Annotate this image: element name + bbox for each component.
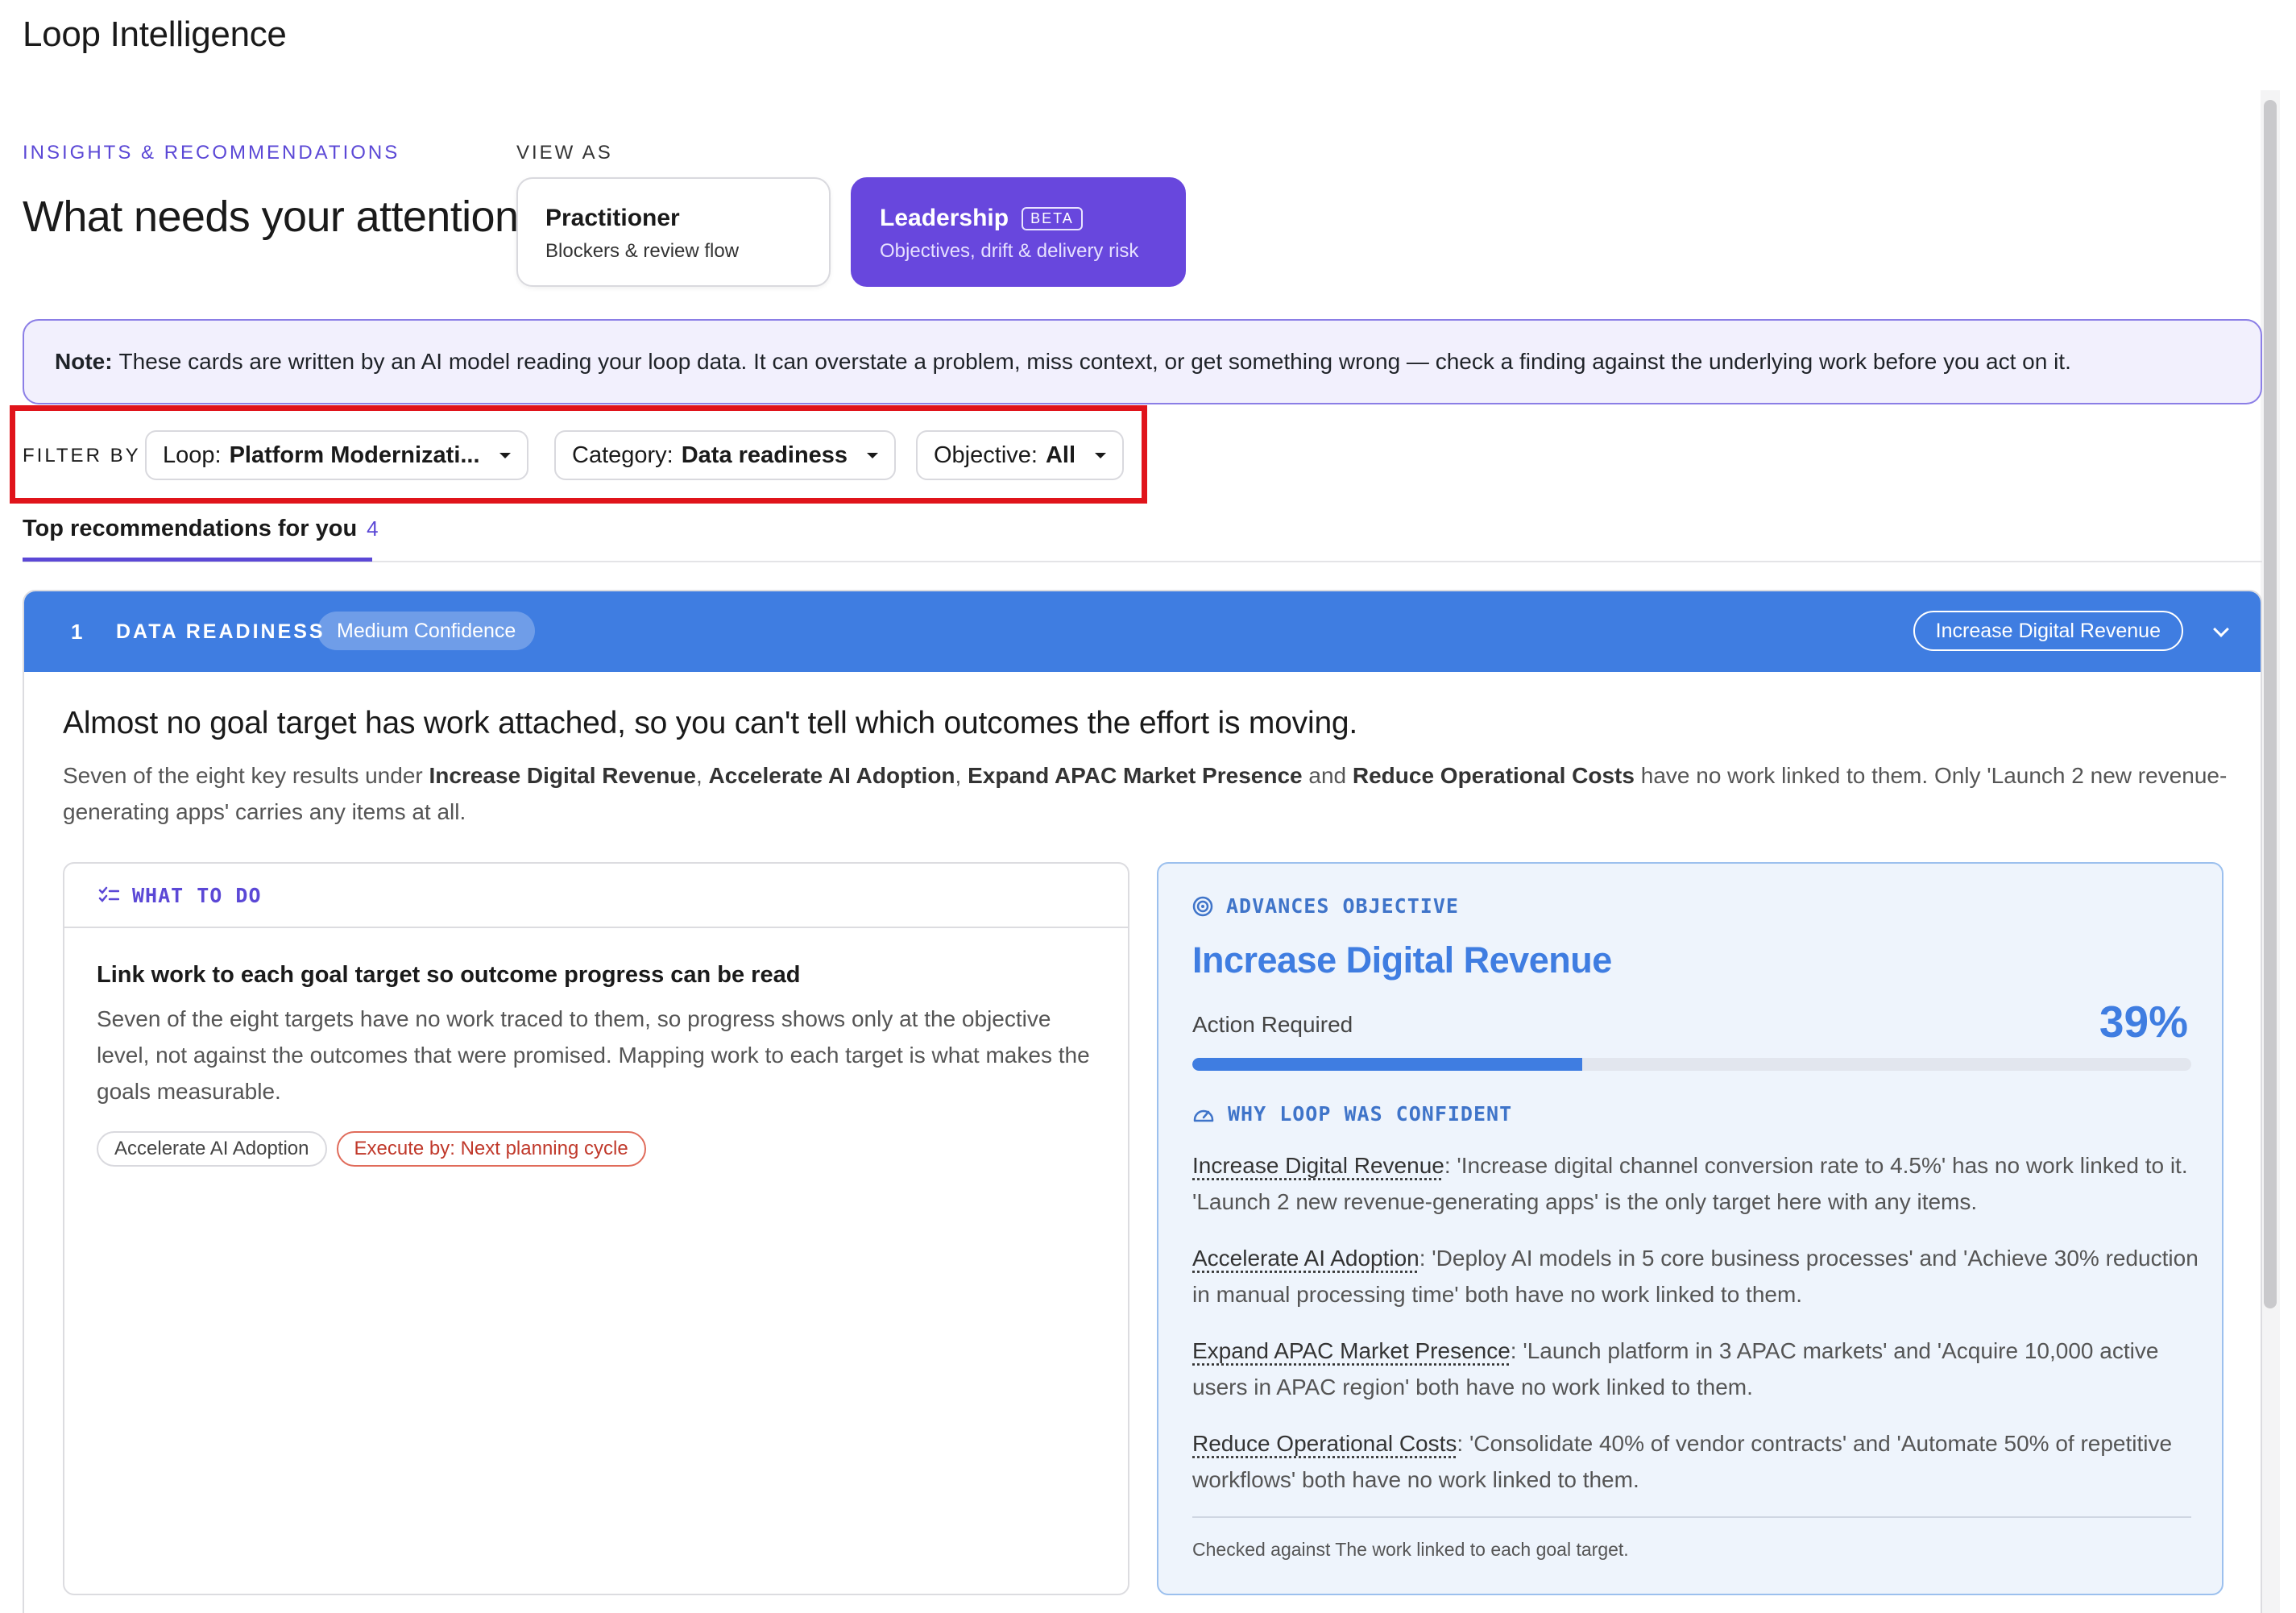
divider [1192, 1516, 2191, 1518]
objective-name: Increase Digital Revenue [429, 763, 696, 788]
action-body: Seven of the eight targets have no work … [97, 1006, 1090, 1104]
reason-objective-link[interactable]: Expand APAC Market Presence [1192, 1338, 1511, 1363]
section-eyebrow: INSIGHTS & RECOMMENDATIONS [23, 142, 400, 164]
view-practitioner-button[interactable]: Practitioner Blockers & review flow [516, 177, 831, 287]
role-name: Leadership [880, 205, 1009, 231]
objective-progress-bar [1192, 1058, 2191, 1071]
role-subtitle: Objectives, drift & delivery risk [880, 240, 1139, 262]
recommendation-card: 1 DATA READINESS Medium Confidence Incre… [23, 590, 2262, 1613]
recommendation-category: DATA READINESS [116, 620, 325, 643]
confidence-badge: Medium Confidence [317, 612, 536, 650]
filter-value: Data readiness [681, 442, 848, 468]
finding-title: Almost no goal target has work attached,… [63, 706, 1358, 740]
section-title: WHAT TO DO [132, 883, 262, 907]
recommendation-header[interactable]: 1 DATA READINESS Medium Confidence Incre… [24, 591, 2261, 672]
gauge-icon [1192, 1105, 1215, 1124]
objective-status: Action Required [1192, 1012, 1353, 1037]
filter-key: Category: [572, 442, 673, 468]
tab-label: Top recommendations for you [23, 516, 358, 541]
action-title: Link work to each goal target so outcome… [97, 962, 801, 988]
filter-value: Platform Modernizati... [229, 442, 480, 468]
beta-badge: BETA [1022, 206, 1083, 230]
objective-name: Expand APAC Market Presence [968, 763, 1303, 788]
reason-objective-link[interactable]: Accelerate AI Adoption [1192, 1246, 1419, 1271]
caret-down-icon [1095, 452, 1107, 458]
section-title: ADVANCES OBJECTIVE [1226, 894, 1459, 918]
objective-name: Accelerate AI Adoption [708, 763, 955, 788]
active-tab-indicator [23, 558, 372, 562]
caret-down-icon [499, 452, 511, 458]
objective-chip[interactable]: Increase Digital Revenue [1913, 611, 2183, 651]
category-filter-dropdown[interactable]: Category: Data readiness [554, 430, 897, 480]
finding-detail: Seven of the eight key results under Inc… [63, 763, 2228, 824]
view-as-label: VIEW AS [516, 142, 613, 164]
note-label: Note: [55, 349, 113, 374]
note-text: These cards are written by an AI model r… [118, 349, 2071, 374]
role-subtitle: Blockers & review flow [545, 240, 740, 262]
caret-down-icon [867, 452, 879, 458]
target-icon [1192, 896, 1213, 917]
objective-name: Reduce Operational Costs [1352, 763, 1635, 788]
reason-objective-link[interactable]: Increase Digital Revenue [1192, 1153, 1444, 1178]
scrollbar-thumb[interactable] [2264, 100, 2277, 1308]
reason-item: Increase Digital Revenue: 'Increase digi… [1192, 1153, 2188, 1214]
filter-value: All [1045, 442, 1076, 468]
loop-filter-dropdown[interactable]: Loop: Platform Modernizati... [145, 430, 528, 480]
app-title: Loop Intelligence [23, 15, 287, 54]
checked-against-note: Checked against The work linked to each … [1192, 1539, 1629, 1560]
page-scrollbar[interactable] [2261, 90, 2280, 1613]
reason-item: Reduce Operational Costs: 'Consolidate 4… [1192, 1431, 2173, 1492]
reason-item: Expand APAC Market Presence: 'Launch pla… [1192, 1338, 2159, 1399]
section-title: WHY LOOP WAS CONFIDENT [1228, 1102, 1513, 1126]
deadline-tag: Execute by: Next planning cycle [336, 1131, 646, 1167]
checklist-icon [98, 886, 119, 904]
recommendation-rank: 1 [71, 619, 83, 644]
ai-disclaimer-note: Note: These cards are written by an AI mo… [23, 319, 2262, 404]
chevron-down-icon[interactable] [2213, 621, 2229, 637]
filter-key: Objective: [934, 442, 1038, 468]
progress-fill [1192, 1058, 1582, 1071]
filter-key: Loop: [163, 442, 222, 468]
page-title: What needs your attention [23, 193, 519, 241]
objective-title[interactable]: Increase Digital Revenue [1192, 939, 1612, 981]
confidence-reasons: Increase Digital Revenue: 'Increase digi… [1192, 1147, 2199, 1518]
objective-progress-value: 39% [2099, 997, 2188, 1047]
objective-filter-dropdown[interactable]: Objective: All [916, 430, 1125, 480]
what-to-do-panel: WHAT TO DO Link work to each goal target… [63, 862, 1129, 1595]
reason-objective-link[interactable]: Reduce Operational Costs [1192, 1431, 1457, 1456]
reason-item: Accelerate AI Adoption: 'Deploy AI model… [1192, 1246, 2199, 1307]
objective-tag: Accelerate AI Adoption [97, 1131, 327, 1167]
view-leadership-button[interactable]: Leadership BETA Objectives, drift & deli… [851, 177, 1186, 287]
role-name: Practitioner [545, 205, 680, 231]
filter-by-label: FILTER BY [23, 445, 141, 466]
tab-top-recommendations[interactable]: Top recommendations for you 4 [23, 516, 379, 542]
advances-objective-panel: ADVANCES OBJECTIVE Increase Digital Reve… [1157, 862, 2223, 1595]
tab-count-badge: 4 [367, 516, 379, 541]
